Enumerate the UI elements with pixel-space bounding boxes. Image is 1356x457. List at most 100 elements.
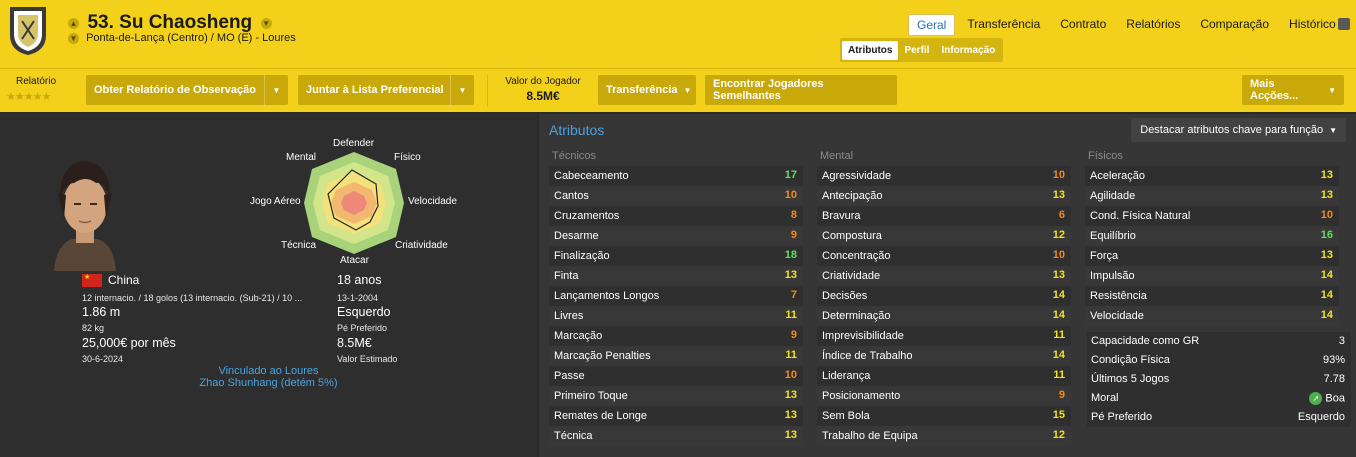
attribute-row[interactable]: Marcação Penalties 11	[549, 346, 803, 366]
attribute-row[interactable]: Primeiro Toque 13	[549, 386, 803, 406]
attribute-row[interactable]: Índice de Trabalho 14	[817, 346, 1071, 366]
prev-player-arrow-icon[interactable]: ▲	[68, 17, 79, 29]
attribute-row[interactable]: Passe 10	[549, 366, 803, 386]
find-similar-label: Encontrar Jogadores Semelhantes	[713, 78, 824, 102]
attribute-name: Decisões	[822, 290, 868, 302]
attribute-row[interactable]: Velocidade 14	[1085, 306, 1339, 326]
attribute-name: Liderança	[822, 370, 871, 382]
attribute-row[interactable]: Cruzamentos 8	[549, 206, 803, 226]
attribute-name: Concentração	[822, 250, 891, 262]
tab-historico[interactable]: Histórico	[1281, 14, 1344, 36]
chevron-down-icon: ▼	[1329, 125, 1337, 135]
attribute-row[interactable]: Posicionamento 9	[817, 386, 1071, 406]
extra-info-row: Moral ➚ Boa	[1087, 389, 1351, 408]
attribute-name: Técnica	[554, 430, 593, 442]
tab-relatorios[interactable]: Relatórios	[1118, 14, 1188, 36]
attribute-row[interactable]: Concentração 10	[817, 246, 1071, 266]
club-crest-icon	[10, 7, 46, 55]
shortlist-button[interactable]: Juntar à Lista Preferencial ▼	[298, 75, 474, 105]
tab-transferencia[interactable]: Transferência	[959, 14, 1048, 36]
attribute-row[interactable]: Agressividade 10	[817, 166, 1071, 186]
chevron-down-icon[interactable]: ▼	[450, 75, 474, 105]
attribute-value: 13	[784, 269, 797, 281]
attribute-row[interactable]: Aceleração 13	[1085, 166, 1339, 186]
attribute-value: 17	[784, 169, 797, 181]
attribute-value: 6	[1058, 209, 1065, 221]
attribute-row[interactable]: Força 13	[1085, 246, 1339, 266]
attribute-row[interactable]: Decisões 14	[817, 286, 1071, 306]
attribute-row[interactable]: Imprevisibilidade 11	[817, 326, 1071, 346]
tab-geral[interactable]: Geral	[908, 14, 956, 36]
technical-header: Técnicos	[552, 150, 597, 162]
tab-comparacao[interactable]: Comparação	[1192, 14, 1277, 36]
attribute-row[interactable]: Criatividade 13	[817, 266, 1071, 286]
attribute-row[interactable]: Resistência 14	[1085, 286, 1339, 306]
player-position-club: Ponta-de-Lança (Centro) / MO (E) - Loure…	[86, 32, 296, 44]
player-menu-chevron-icon[interactable]: ▼	[260, 17, 272, 29]
estimated-value-label: Valor Estimado	[337, 354, 398, 364]
attribute-row[interactable]: Antecipação 13	[817, 186, 1071, 206]
attribute-value: 11	[785, 349, 797, 361]
highlight-key-attributes-button[interactable]: Destacar atributos chave para função ▼	[1131, 118, 1346, 142]
attribute-value: 11	[785, 309, 797, 321]
attribute-name: Bravura	[822, 210, 861, 222]
attribute-name: Força	[1090, 250, 1119, 262]
contract-end: 30-6-2024	[82, 354, 124, 364]
physical-attributes-list: Aceleração 13 Agilidade 13 Cond. Física Natu…	[1085, 166, 1339, 326]
attribute-row[interactable]: Técnica 13	[549, 426, 803, 446]
subtab-informacao[interactable]: Informação	[935, 41, 1001, 60]
attribute-row[interactable]: Determinação 14	[817, 306, 1071, 326]
attribute-value: 13	[784, 429, 797, 441]
find-similar-button[interactable]: Encontrar Jogadores Semelhantes	[705, 75, 897, 105]
attribute-row[interactable]: Liderança 11	[817, 366, 1071, 386]
scout-report-button[interactable]: Obter Relatório de Observação ▼	[86, 75, 288, 105]
attribute-row[interactable]: Finta 13	[549, 266, 803, 286]
attribute-row[interactable]: Finalização 18	[549, 246, 803, 266]
attribute-value: 14	[1320, 309, 1333, 321]
attribute-row[interactable]: Livres 11	[549, 306, 803, 326]
attribute-row[interactable]: Bravura 6	[817, 206, 1071, 226]
attribute-row[interactable]: Sem Bola 15	[817, 406, 1071, 426]
attribute-name: Equilíbrio	[1090, 230, 1136, 242]
attribute-value: 10	[1052, 169, 1065, 181]
owner-link[interactable]: Zhao Shunhang (detém 5%)	[0, 377, 537, 389]
attribute-value: 9	[790, 229, 797, 241]
attribute-row[interactable]: Trabalho de Equipa 12	[817, 426, 1071, 446]
attribute-radar: Defender Físico Velocidade Criatividade …	[246, 134, 476, 269]
attribute-name: Antecipação	[822, 190, 883, 202]
attribute-value: 8	[790, 209, 797, 221]
attribute-row[interactable]: Remates de Longe 13	[549, 406, 803, 426]
attribute-row[interactable]: Equilíbrio 16	[1085, 226, 1339, 246]
subtab-atributos[interactable]: Atributos	[842, 40, 899, 60]
more-actions-button[interactable]: Mais Acções... ▼	[1242, 75, 1344, 105]
attribute-row[interactable]: Cond. Física Natural 10	[1085, 206, 1339, 226]
attribute-name: Finta	[554, 270, 579, 282]
next-player-arrow-icon[interactable]: ▼	[68, 32, 79, 44]
transfer-button[interactable]: Transferência ▼	[598, 75, 696, 105]
estimated-value: 8.5M€	[337, 336, 372, 350]
club-link[interactable]: Vinculado ao Loures	[0, 365, 537, 377]
player-title: 53. Su Chaosheng	[87, 12, 253, 33]
player-profile-panel: Defender Físico Velocidade Criatividade …	[0, 114, 537, 457]
attribute-row[interactable]: Marcação 9	[549, 326, 803, 346]
extra-info-name: Pé Preferido	[1091, 411, 1153, 423]
attribute-name: Agressividade	[822, 170, 892, 182]
attribute-row[interactable]: Cantos 10	[549, 186, 803, 206]
attribute-row[interactable]: Desarme 9	[549, 226, 803, 246]
attribute-row[interactable]: Impulsão 14	[1085, 266, 1339, 286]
attribute-value: 10	[1052, 249, 1065, 261]
attributes-panel: Atributos Destacar atributos chave para …	[539, 114, 1356, 457]
attribute-name: Aceleração	[1090, 170, 1146, 182]
chevron-down-icon[interactable]: ▼	[264, 75, 288, 105]
sub-navigation: Atributos Perfil Informação	[840, 38, 1004, 62]
attribute-row[interactable]: Lançamentos Longos 7	[549, 286, 803, 306]
attribute-value: 13	[1320, 249, 1333, 261]
tab-contrato[interactable]: Contrato	[1052, 14, 1114, 36]
subtab-perfil[interactable]: Perfil	[898, 41, 935, 60]
attribute-row[interactable]: Agilidade 13	[1085, 186, 1339, 206]
extra-info-value: Boa	[1325, 392, 1345, 405]
close-icon[interactable]	[1338, 18, 1350, 30]
attribute-row[interactable]: Compostura 12	[817, 226, 1071, 246]
attribute-row[interactable]: Cabeceamento 17	[549, 166, 803, 186]
morale-value: ➚ Boa	[1309, 392, 1345, 405]
